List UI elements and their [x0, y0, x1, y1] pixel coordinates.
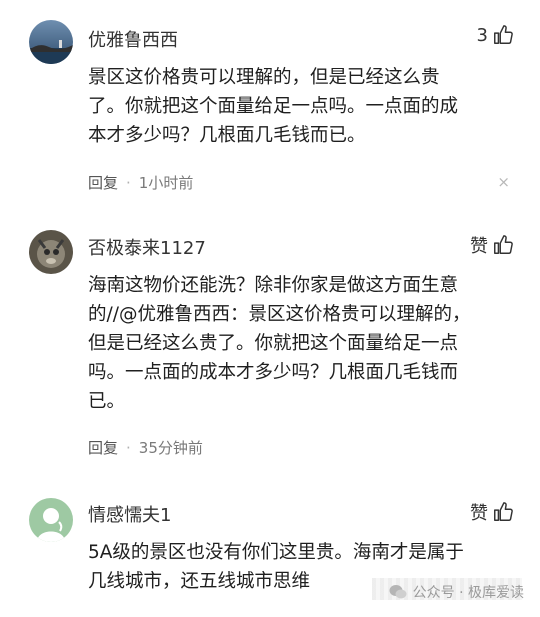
- comment-line: 了。你就把这个面量给足一点吗。一点面的成: [88, 96, 459, 117]
- comment-text: 景区这价格贵可以理解的，但是已经这么贵 了。你就把这个面量给足一点吗。一点面的成…: [88, 63, 518, 150]
- like-button[interactable]: 赞: [470, 232, 514, 258]
- username[interactable]: 优雅鲁西西: [88, 26, 178, 52]
- like-count: 3: [476, 24, 488, 46]
- watermark-text: 公众号 · 极库爱读: [412, 585, 524, 601]
- thumbs-up-icon: [494, 235, 513, 254]
- comment-line: 但是已经这么贵了。你就把这个面量给足一点: [88, 333, 459, 354]
- close-icon[interactable]: ×: [497, 175, 510, 190]
- comment-line: 的//@优雅鲁西西：景区这价格贵可以理解的，: [88, 304, 471, 325]
- comment-text: 海南这物价还能洗？除非你家是做这方面生意 的//@优雅鲁西西：景区这价格贵可以理…: [88, 271, 518, 416]
- timestamp: 1小时前: [138, 174, 194, 192]
- avatar-image: [29, 20, 73, 64]
- avatar-image: [29, 230, 73, 274]
- comment-line: 海南这物价还能洗？除非你家是做这方面生意: [88, 275, 459, 296]
- like-button[interactable]: 3: [477, 24, 514, 46]
- reply-button[interactable]: 回复: [88, 437, 118, 458]
- comment-meta: 回复 · 1小时前: [88, 172, 193, 193]
- avatar[interactable]: [29, 498, 73, 542]
- like-label: 赞: [470, 236, 488, 257]
- meta-separator: ·: [126, 438, 131, 457]
- comment-line: 5A级的景区也没有你们这里贵。海南才是属于: [88, 542, 464, 563]
- username[interactable]: 否极泰来1127: [88, 234, 206, 260]
- like-button[interactable]: 赞: [470, 499, 514, 525]
- reply-button[interactable]: 回复: [88, 172, 118, 193]
- avatar[interactable]: [29, 230, 73, 274]
- comment-meta: 回复 · 35分钟前: [88, 437, 203, 458]
- thumbs-up-icon: [494, 502, 513, 521]
- wechat-icon: [389, 585, 407, 599]
- meta-separator: ·: [126, 173, 131, 192]
- like-label: 赞: [470, 503, 488, 524]
- comment-line: 景区这价格贵可以理解的，但是已经这么贵: [88, 67, 440, 88]
- watermark: 公众号 · 极库爱读: [389, 582, 524, 602]
- timestamp: 35分钟前: [138, 439, 203, 457]
- comment-line: 本才多少吗？几根面几毛钱而已。: [88, 125, 366, 146]
- comment-line: 吗。一点面的成本才多少吗？几根面几毛钱而: [88, 362, 459, 383]
- avatar-image: [29, 498, 73, 542]
- thumbs-up-icon: [494, 25, 513, 44]
- comment-line: 已。: [88, 391, 126, 412]
- username[interactable]: 情感懦夫1: [88, 501, 171, 527]
- avatar[interactable]: [29, 20, 73, 64]
